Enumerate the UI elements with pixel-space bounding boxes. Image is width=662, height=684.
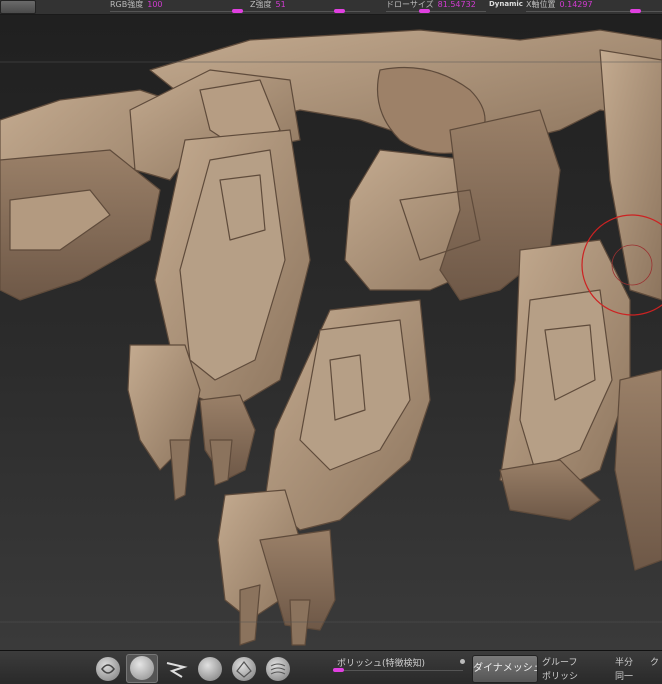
z-intensity-slider[interactable]: Z強度 51 [250, 0, 370, 14]
dynamesh-button[interactable]: ダイナメッシュ [472, 655, 538, 683]
current-brush-icon[interactable] [96, 657, 120, 681]
canvas-viewport[interactable] [0, 15, 662, 650]
draw-size-slider[interactable]: ドローサイズ 81.54732 [386, 0, 486, 14]
rgb-intensity-label: RGB強度 [110, 0, 144, 9]
move-brush-icon [130, 656, 154, 680]
polish-toggle-dot[interactable] [460, 659, 465, 664]
x-position-knob[interactable] [630, 9, 641, 13]
x-position-label: X軸位置 [526, 0, 556, 9]
rgb-intensity-track [110, 11, 250, 12]
polish-slider-track [333, 670, 463, 671]
draw-size-knob[interactable] [419, 9, 430, 13]
rgb-intensity-knob[interactable] [232, 9, 243, 13]
standard-brush-icon[interactable] [198, 657, 222, 681]
polish-toggle[interactable]: ポリッシ [542, 669, 578, 682]
draw-size-track [386, 11, 486, 12]
z-intensity-label: Z強度 [250, 0, 272, 9]
top-slider-bar: RGB強度 100 Z強度 51 ドローサイズ 81.54732 Dynamic X軸… [0, 0, 662, 15]
hpolish-brush-icon[interactable] [266, 657, 290, 681]
same-toggle[interactable]: 同一 [615, 669, 633, 682]
z-intensity-knob[interactable] [334, 9, 345, 13]
z-intensity-track [250, 11, 370, 12]
x-position-track [526, 11, 662, 12]
x-position-value: 0.14297 [559, 0, 593, 9]
draw-size-label: ドローサイズ [386, 0, 434, 9]
polish-feature-label: ポリッシュ(特徴検知) [337, 659, 426, 669]
dynamic-label: Dynamic [489, 0, 523, 8]
draw-size-value: 81.54732 [437, 0, 476, 9]
z-intensity-value: 51 [275, 0, 286, 9]
group-toggle[interactable]: グルーフ [542, 655, 577, 668]
top-left-button[interactable] [0, 0, 36, 14]
dynamic-toggle[interactable]: Dynamic [489, 0, 523, 14]
rgb-intensity-slider[interactable]: RGB強度 100 [110, 0, 250, 14]
rgb-intensity-value: 100 [147, 0, 163, 9]
move-brush-slot[interactable] [126, 654, 158, 683]
polish-slider-knob[interactable] [333, 668, 344, 672]
brush-shelf: ポリッシュ(特徴検知) ダイナメッシュ グルーフ ポリッシ 半分 同一 ク [0, 650, 662, 683]
sculpt-model [0, 29, 662, 646]
snake-hook-icon[interactable] [164, 657, 188, 681]
clay-buildup-icon[interactable] [232, 657, 256, 681]
half-toggle[interactable]: 半分 [615, 655, 633, 668]
x-position-slider[interactable]: X軸位置 0.14297 [526, 0, 662, 14]
edge-toggle[interactable]: ク [650, 655, 659, 668]
